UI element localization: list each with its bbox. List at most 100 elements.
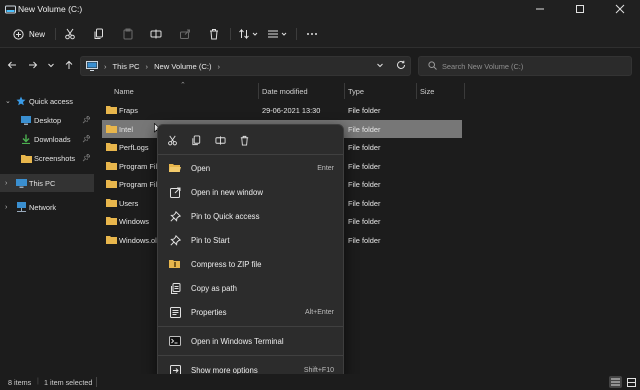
nav-label: Screenshots <box>34 153 76 163</box>
chevron-down-icon[interactable]: ⌄ <box>5 97 11 105</box>
menu-item-open-terminal[interactable]: Open in Windows Terminal <box>162 330 340 352</box>
paste-icon[interactable] <box>120 26 136 42</box>
forward-arrow-icon[interactable] <box>26 58 40 72</box>
recent-locations-chevron-icon[interactable] <box>44 58 58 72</box>
chevron-right-icon[interactable]: › <box>5 204 7 211</box>
menu-item-pin-quick-access[interactable]: Pin to Quick access <box>162 205 340 227</box>
column-name[interactable]: Name <box>114 87 134 96</box>
share-icon[interactable] <box>177 26 193 42</box>
menu-label: Pin to Quick access <box>191 211 260 221</box>
network-icon <box>17 202 26 212</box>
search-placeholder: Search New Volume (C:) <box>442 62 524 71</box>
folder-icon <box>106 180 117 188</box>
folder-icon <box>106 236 117 244</box>
nav-label: Downloads <box>34 134 71 144</box>
sort-chevron-up-icon: ⌃ <box>180 82 186 89</box>
open-new-window-icon <box>167 184 183 200</box>
breadcrumb-separator: › <box>104 61 107 71</box>
menu-item-pin-start[interactable]: Pin to Start <box>162 229 340 251</box>
copy-icon[interactable] <box>187 132 205 148</box>
plus-circle-icon <box>13 28 24 40</box>
rename-icon[interactable] <box>148 26 164 42</box>
back-arrow-icon[interactable] <box>5 58 19 72</box>
folder-icon <box>106 217 117 225</box>
column-size[interactable]: Size <box>420 87 434 96</box>
desktop-icon <box>21 115 31 125</box>
search-icon <box>428 61 437 70</box>
delete-icon[interactable] <box>206 26 222 42</box>
column-date[interactable]: Date modified <box>262 87 308 96</box>
column-divider[interactable] <box>258 83 259 99</box>
copy-icon[interactable] <box>91 26 107 42</box>
item-count: 8 items <box>8 378 32 387</box>
menu-item-open-new-window[interactable]: Open in new window <box>162 181 340 203</box>
breadcrumb: › This PC › New Volume (C:) › <box>86 59 220 73</box>
folder-icon <box>106 162 117 170</box>
file-name: Program File <box>119 162 162 171</box>
file-name: Windows.old <box>119 236 161 245</box>
nav-item-downloads[interactable]: Downloads 📌︎ <box>0 130 94 148</box>
star-icon <box>16 96 26 106</box>
cut-icon[interactable] <box>163 132 181 148</box>
column-divider[interactable] <box>464 83 465 99</box>
context-menu: Open Enter Open in new window Pin to Qui… <box>157 124 344 383</box>
terminal-icon <box>167 333 183 349</box>
column-divider[interactable] <box>344 83 345 99</box>
file-type: File folder <box>348 125 381 134</box>
menu-label: Pin to Start <box>191 235 230 245</box>
cut-icon[interactable] <box>62 26 78 42</box>
nav-item-desktop[interactable]: Desktop 📌︎ <box>0 111 94 129</box>
file-type: File folder <box>348 199 381 208</box>
breadcrumb-separator: › <box>217 61 220 71</box>
breadcrumb-new-volume[interactable]: New Volume (C:) <box>154 62 211 71</box>
file-name: Intel <box>119 125 133 134</box>
nav-item-quick-access[interactable]: ⌄ Quick access <box>0 92 94 110</box>
chevron-right-icon[interactable]: › <box>5 180 7 187</box>
zip-folder-icon <box>167 256 183 272</box>
folder-icon <box>106 106 117 114</box>
maximize-button[interactable] <box>560 0 600 18</box>
pin-icon: 📌︎ <box>82 136 91 143</box>
folder-icon <box>106 125 117 133</box>
view-icon[interactable] <box>266 26 290 42</box>
new-button[interactable]: New <box>8 25 48 43</box>
column-type[interactable]: Type <box>348 87 364 96</box>
menu-item-properties[interactable]: Properties Alt+Enter <box>162 301 340 323</box>
pin-icon: 📌︎ <box>82 155 91 162</box>
menu-label: Open in new window <box>191 187 263 197</box>
more-options-icon[interactable] <box>304 26 320 42</box>
status-divider <box>96 377 97 387</box>
nav-item-this-pc[interactable]: › This PC <box>0 174 94 192</box>
breadcrumb-separator: › <box>145 61 149 71</box>
menu-item-open[interactable]: Open Enter <box>162 157 340 179</box>
file-name: Users <box>119 199 139 208</box>
sort-icon[interactable] <box>237 26 261 42</box>
file-row[interactable]: Fraps 29-06-2021 13:30 File folder <box>102 101 462 119</box>
monitor-icon <box>16 178 27 188</box>
delete-icon[interactable] <box>235 132 253 148</box>
close-button[interactable] <box>600 0 640 18</box>
shortcut-label: Shift+F10 <box>303 366 334 374</box>
shortcut-label: Enter <box>317 164 334 172</box>
menu-label: Copy as path <box>191 283 237 293</box>
column-divider[interactable] <box>416 83 417 99</box>
folder-icon <box>106 199 117 207</box>
drive-icon <box>5 4 16 15</box>
address-dropdown-chevron-icon[interactable] <box>373 58 387 72</box>
refresh-icon[interactable] <box>394 58 408 72</box>
rename-icon[interactable] <box>211 132 229 148</box>
nav-item-screenshots[interactable]: Screenshots 📌︎ <box>0 149 94 167</box>
menu-item-copy-as-path[interactable]: Copy as path <box>162 277 340 299</box>
status-divider: | <box>37 376 39 385</box>
menu-label: Open <box>191 163 211 173</box>
nav-item-network[interactable]: › Network <box>0 198 94 216</box>
tiles-view-icon[interactable] <box>625 376 638 388</box>
breadcrumb-this-pc[interactable]: This PC <box>113 62 140 71</box>
minimize-button[interactable] <box>520 0 560 18</box>
file-type: File folder <box>348 162 381 171</box>
details-view-icon[interactable] <box>609 376 622 388</box>
menu-item-compress-zip[interactable]: Compress to ZIP file <box>162 253 340 275</box>
up-arrow-icon[interactable] <box>62 58 76 72</box>
folder-icon <box>21 154 32 163</box>
shortcut-label: Alt+Enter <box>305 308 334 316</box>
